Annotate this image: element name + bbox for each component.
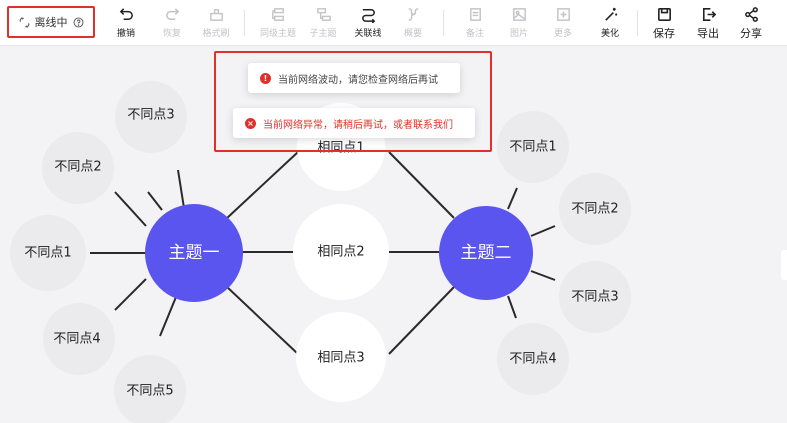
connector-line <box>388 151 455 219</box>
connector-line <box>225 151 299 220</box>
side-panel-handle[interactable] <box>781 250 787 280</box>
topic-label: 主题二 <box>461 243 512 263</box>
connector-line <box>147 191 163 211</box>
close-circle-icon: × <box>245 117 256 129</box>
diff-label[interactable]: 不同点2 <box>54 160 101 175</box>
connector-line <box>114 191 147 227</box>
topic-label: 主题一 <box>169 243 220 263</box>
common-label: 相同点3 <box>317 351 364 366</box>
connector-line <box>530 225 556 237</box>
diff-label[interactable]: 不同点1 <box>509 140 556 155</box>
warning-toast-text: 当前网络波动，请您检查网络后再试 <box>278 74 438 86</box>
diff-label[interactable]: 不同点1 <box>24 246 71 261</box>
exclamation-circle-icon: ! <box>260 72 271 84</box>
warning-toast: ! 当前网络波动，请您检查网络后再试 <box>248 63 460 93</box>
diff-label[interactable]: 不同点2 <box>571 202 618 217</box>
connector-line <box>225 285 299 355</box>
diff-label[interactable]: 不同点4 <box>509 352 556 367</box>
connector-line <box>388 286 455 355</box>
connector-line <box>177 169 185 209</box>
connector-line <box>114 278 147 311</box>
connector-line <box>530 270 556 281</box>
connector-line <box>507 187 518 210</box>
error-toast: × 当前网络异常，请稍后再试，或者联系我们 <box>233 108 475 138</box>
connector-line <box>507 295 517 319</box>
diff-label[interactable]: 不同点3 <box>127 108 174 123</box>
error-toast-text: 当前网络异常，请稍后再试，或者联系我们 <box>263 119 453 131</box>
common-label: 相同点2 <box>317 245 364 260</box>
connector-line <box>159 296 177 337</box>
diff-label[interactable]: 不同点4 <box>53 332 100 347</box>
diff-label[interactable]: 不同点3 <box>571 290 618 305</box>
diff-label[interactable]: 不同点5 <box>126 384 173 399</box>
